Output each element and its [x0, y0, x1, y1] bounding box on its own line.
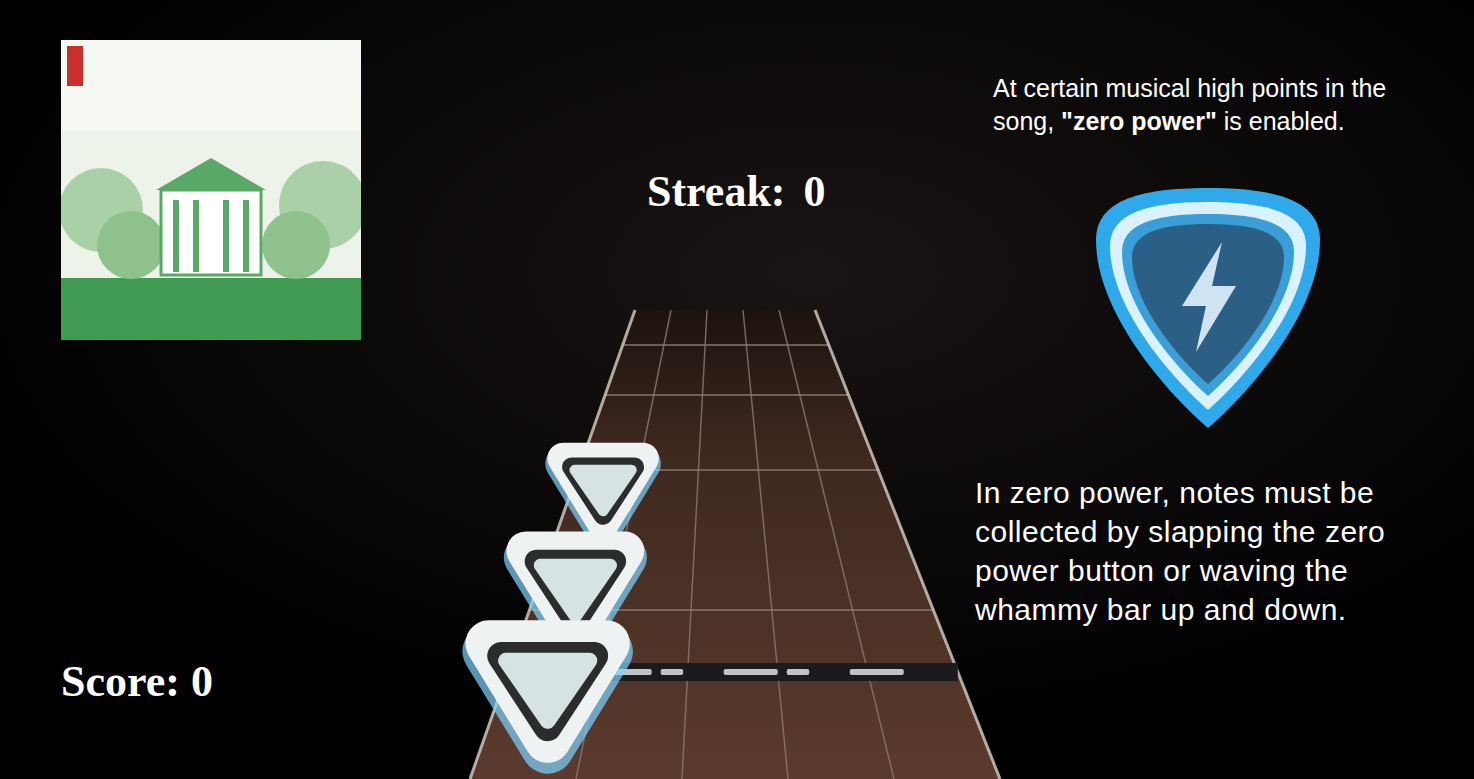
album-art-picture [61, 40, 361, 340]
note-gem [489, 643, 607, 747]
fret-line [605, 394, 848, 396]
streak-counter: Streak: 0 [647, 166, 975, 217]
fretboard [470, 310, 1000, 779]
score-counter: Score:0 [61, 656, 400, 707]
lane-line [743, 310, 788, 779]
game-screen: Score:0Streak:0At certain musical high p… [0, 0, 1474, 779]
zero-power-detail: In zero power, notes must be collected b… [975, 473, 1450, 629]
fret-line [623, 344, 829, 346]
streak-label: Streak: [647, 166, 786, 217]
note-gem [563, 458, 643, 528]
lane-line [470, 310, 635, 779]
score-label: Score: [61, 656, 180, 707]
lane-line [815, 310, 1000, 779]
zero-power-pick-icon [1093, 175, 1323, 435]
streak-value: 0 [804, 166, 826, 217]
zero-power-intro: At certain musical high points in the so… [993, 72, 1413, 137]
lane-line [779, 310, 894, 779]
album-art [61, 40, 361, 340]
zero-power-term: "zero power" [1061, 107, 1217, 135]
lane-line [682, 310, 707, 779]
score-value: 0 [191, 656, 213, 707]
